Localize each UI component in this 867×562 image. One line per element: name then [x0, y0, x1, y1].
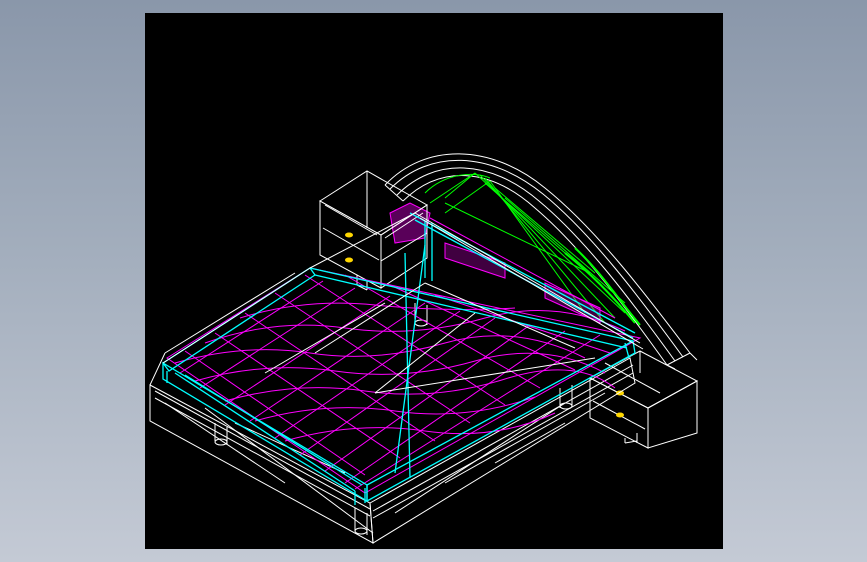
- right-nightstand: [588, 350, 699, 449]
- drawer-knob: [345, 257, 353, 263]
- cad-viewport[interactable]: [145, 13, 723, 549]
- drawer-knob: [616, 412, 624, 418]
- drawer-knob: [616, 390, 624, 396]
- bed-wireframe-drawing: [149, 153, 699, 544]
- drawer-knob: [345, 232, 353, 238]
